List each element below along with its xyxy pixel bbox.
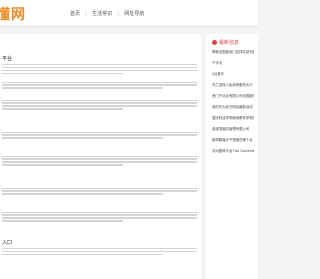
text-line — [2, 72, 123, 74]
content-section — [0, 98, 201, 110]
sidebar-link[interactable]: QQ音乐 — [212, 72, 254, 77]
text-line — [2, 99, 197, 101]
site-logo[interactable]: 懂网 — [0, 4, 26, 24]
text-line — [2, 193, 163, 195]
text-line — [2, 248, 197, 250]
text-line — [2, 187, 197, 189]
text-line — [2, 190, 197, 192]
nav-separator: | — [117, 11, 119, 17]
content-section — [0, 130, 201, 139]
sidebar-title: 最新信息 — [212, 39, 258, 46]
nav-item-home[interactable]: 首页 — [70, 11, 80, 17]
sidebar-latest-info: 最新信息 揭秘全国各地门店排名前列的实体店 千字诀 QQ音乐 乌兰浩特人民政府服… — [206, 34, 258, 279]
sidebar-link[interactable]: 重庆科技学院继续教育学院网 — [212, 116, 254, 121]
text-line — [2, 66, 197, 69]
sidebar-link[interactable]: 金域湾酒店管理有限公司 — [212, 127, 254, 132]
text-line — [2, 137, 163, 139]
text-line — [2, 81, 197, 83]
text-line — [2, 217, 197, 219]
text-line — [2, 155, 197, 157]
text-line — [2, 164, 123, 166]
content-section — [0, 154, 201, 166]
text-line — [2, 214, 197, 216]
nav-item-life-tips[interactable]: 生活常识 — [92, 11, 112, 17]
content-section — [0, 210, 201, 222]
text-line — [2, 108, 123, 110]
text-line — [2, 161, 197, 163]
nav-separator: | — [85, 11, 87, 17]
text-line — [2, 220, 123, 222]
text-line — [2, 158, 197, 160]
text-line — [2, 131, 197, 133]
text-line — [2, 211, 197, 213]
sidebar-link[interactable]: 乌兰浩特人民政府服务大厅 — [212, 83, 254, 88]
sidebar-link[interactable]: 新闻联播天气预报在哪个台 — [212, 138, 254, 143]
text-line — [2, 102, 197, 104]
sidebar-title-label: 最新信息 — [219, 40, 240, 46]
content-section — [0, 186, 201, 195]
nav-item-site-directory[interactable]: 网址导航 — [124, 11, 144, 17]
sidebar-link[interactable]: 我的华为官方网站最新活动 — [212, 105, 254, 110]
content-section: 入口 — [0, 239, 201, 256]
text-line — [2, 134, 197, 136]
text-line — [2, 84, 197, 86]
sidebar-link[interactable]: 揭秘全国各地门店排名前列的实体店 — [212, 50, 254, 55]
sidebar-link[interactable]: 西门子北京有限公司全国服务网点 — [212, 94, 254, 99]
sidebar-link[interactable]: 千字诀 — [212, 61, 254, 66]
article-content: 平台 入口 — [0, 34, 201, 279]
text-line — [2, 250, 197, 253]
text-line — [2, 105, 197, 107]
section-title: 平台 — [2, 56, 13, 62]
text-line — [2, 64, 197, 66]
text-line — [2, 87, 163, 89]
content-section: 平台 — [0, 55, 201, 74]
top-header: 懂网 首页 | 生活常识 | 网址导航 — [0, 0, 258, 27]
text-line — [2, 69, 197, 72]
main-nav: 首页 | 生活常识 | 网址导航 — [70, 10, 148, 17]
text-line — [2, 253, 163, 256]
bullet-icon — [212, 40, 217, 46]
section-title: 入口 — [2, 240, 13, 246]
sidebar-link[interactable]: 苏州园林平台 Fan Convention Ce — [212, 149, 254, 154]
content-section — [0, 80, 201, 89]
